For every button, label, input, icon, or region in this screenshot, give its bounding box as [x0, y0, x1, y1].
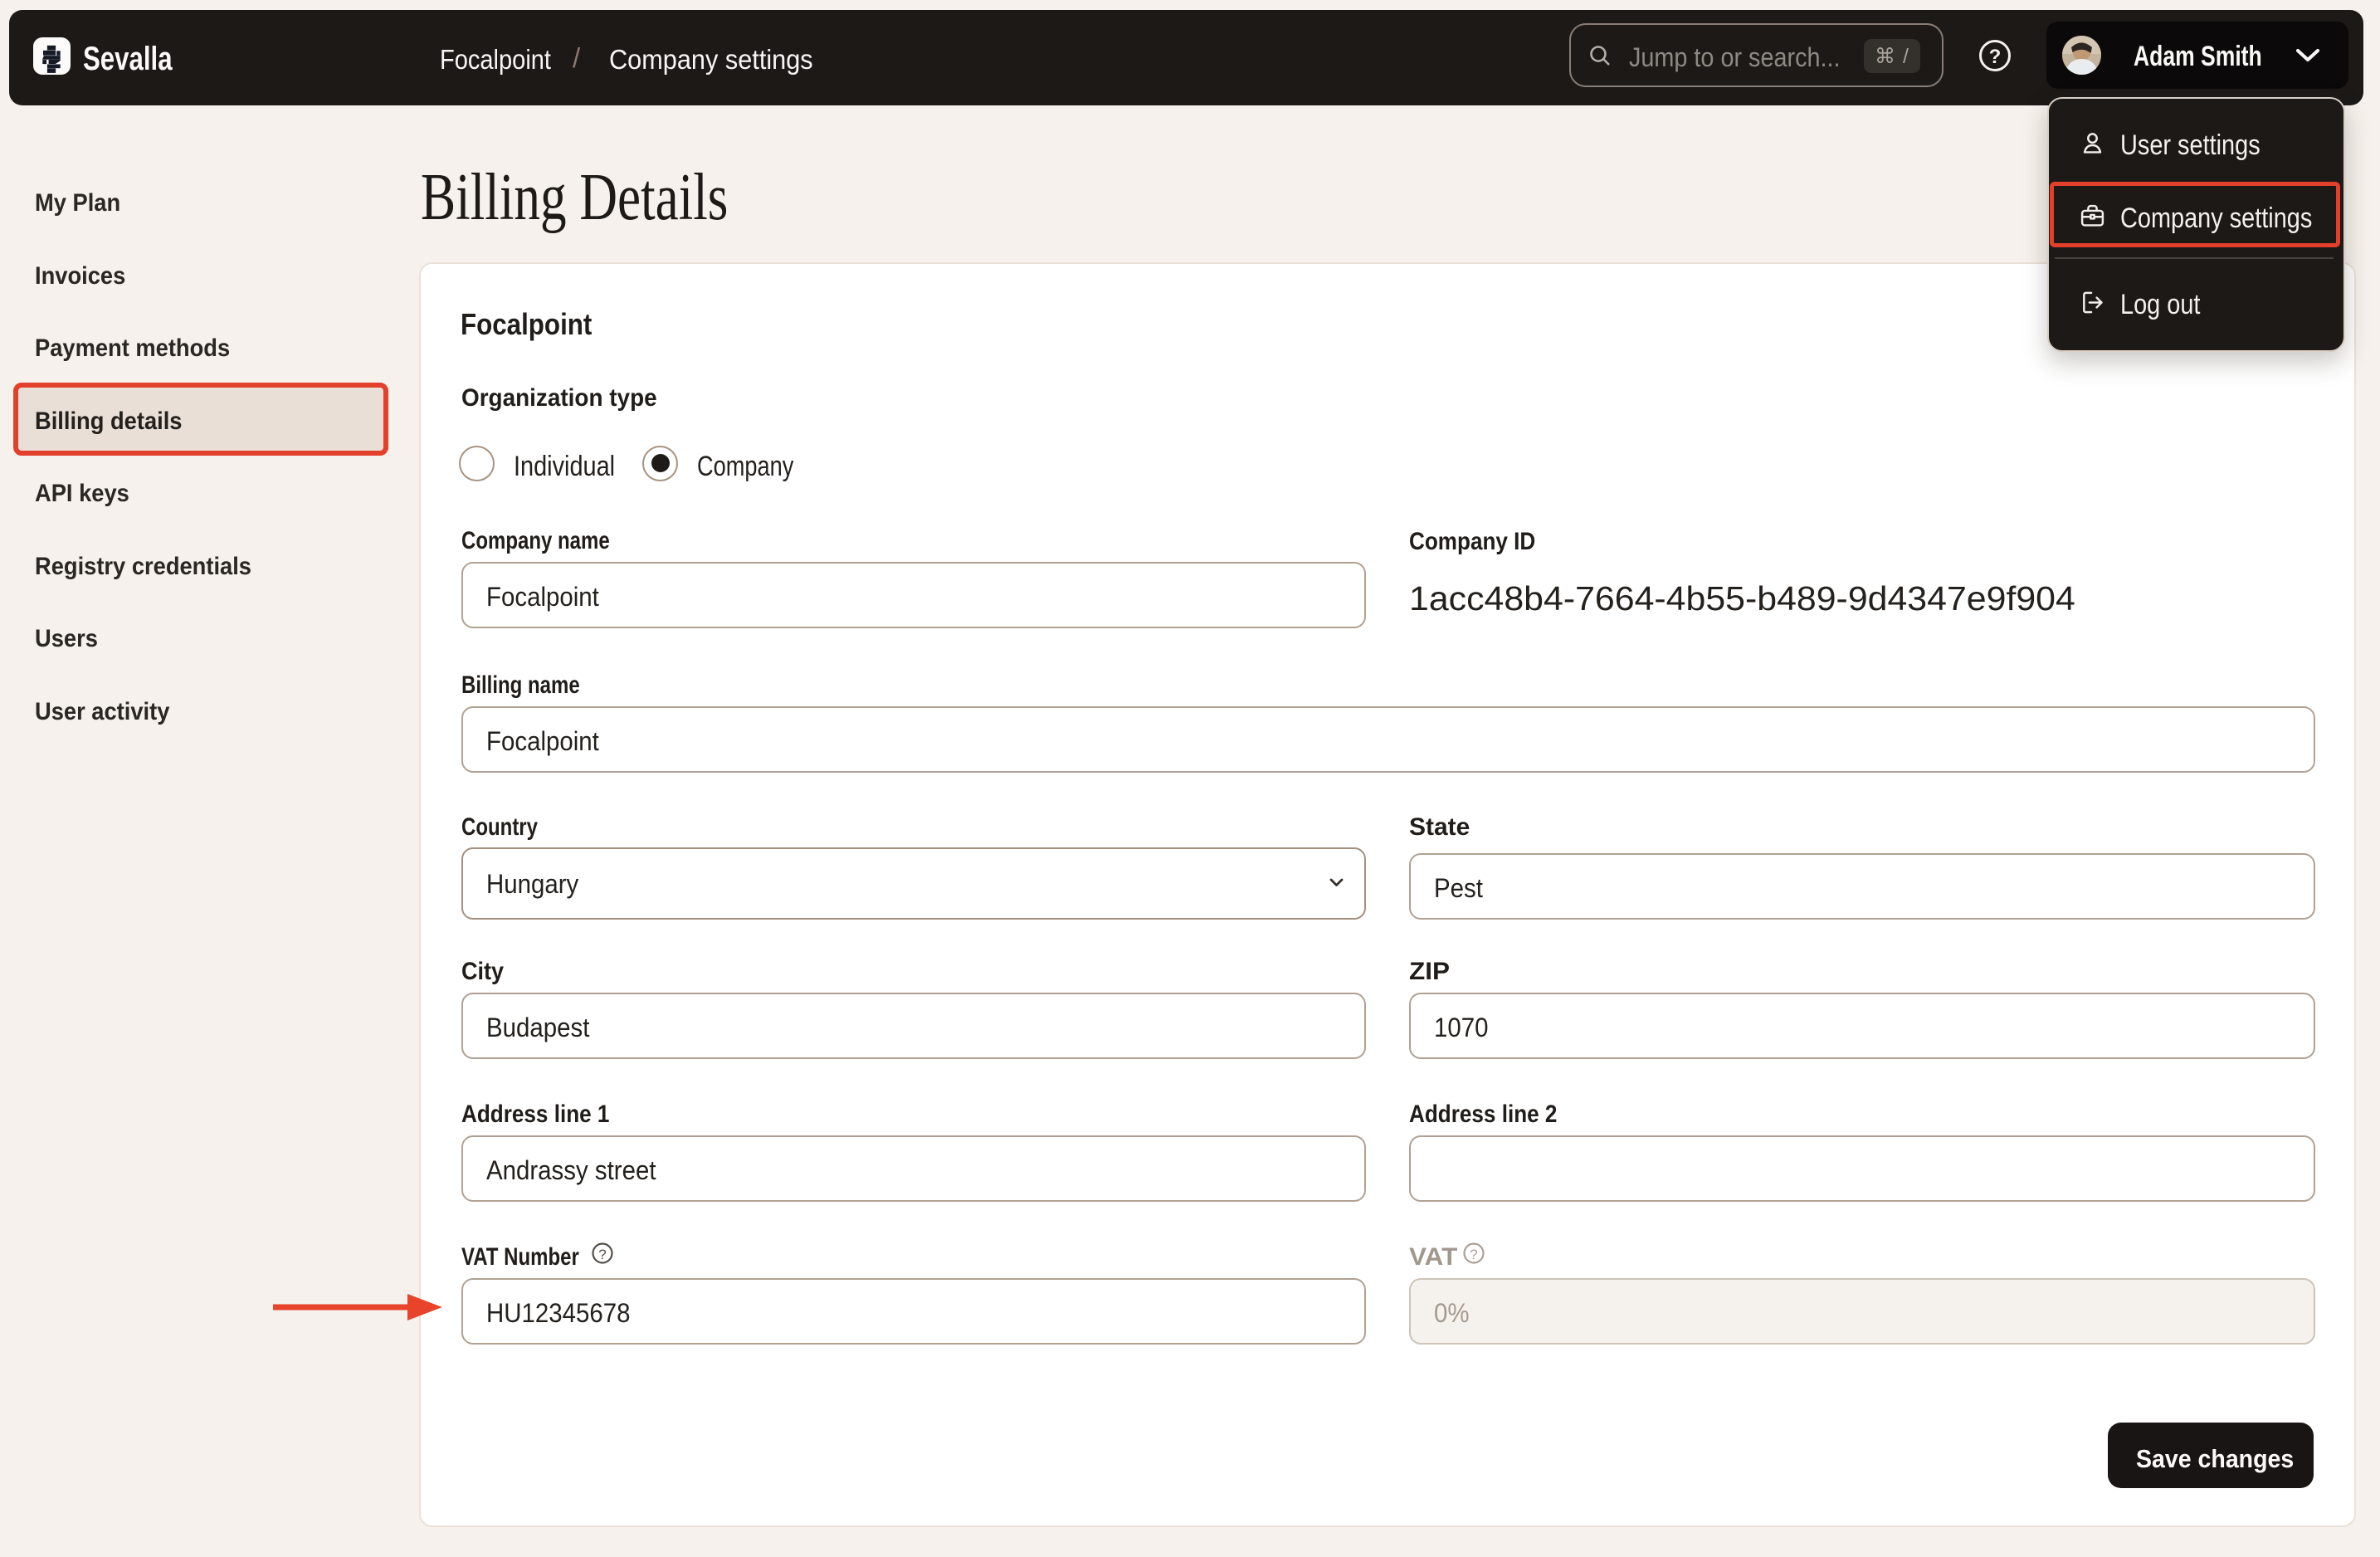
svg-text:?: ? — [598, 1247, 606, 1262]
svg-text:?: ? — [1989, 46, 2002, 68]
svg-text:?: ? — [1470, 1247, 1477, 1262]
